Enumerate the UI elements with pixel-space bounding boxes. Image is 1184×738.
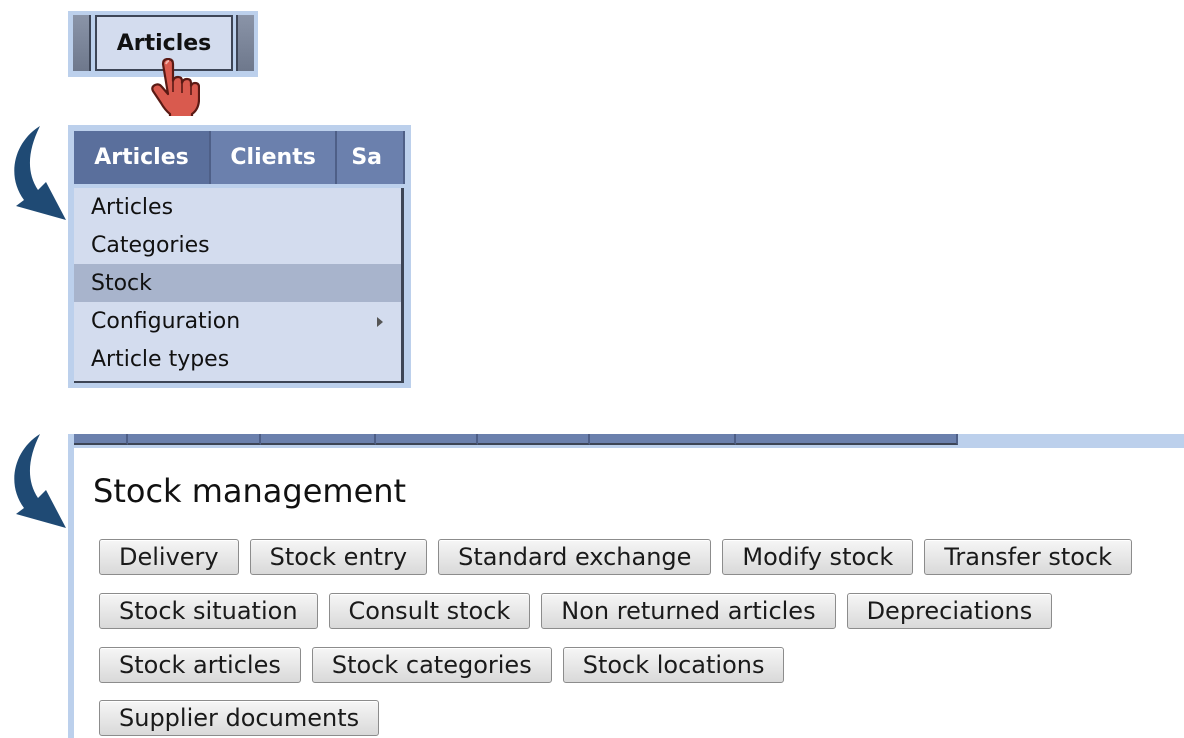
articles-menu-panel: Articles Clients Sa Articles Categories … — [68, 125, 411, 388]
menubar-tab-sales[interactable]: Sa — [337, 131, 405, 184]
menubar-tabs-partial — [74, 434, 958, 445]
menubar-edge-left — [73, 15, 91, 71]
menu-item-configuration[interactable]: Configuration — [74, 302, 401, 340]
menubar-tab-stub — [736, 434, 958, 445]
stock-situation-button[interactable]: Stock situation — [99, 593, 318, 629]
menubar-tab-stub — [478, 434, 590, 445]
articles-dropdown-menu: Articles Categories Stock Configuration … — [74, 188, 404, 383]
stock-buttons-row-2: Stock situation Consult stock Non return… — [99, 593, 1053, 629]
menubar-edge-right — [236, 15, 254, 71]
stock-buttons-row-1: Delivery Stock entry Standard exchange M… — [99, 539, 1133, 575]
menubar-tab-articles[interactable]: Articles — [74, 131, 211, 184]
modify-stock-button[interactable]: Modify stock — [722, 539, 914, 575]
stock-buttons-row-4: Supplier documents — [99, 700, 380, 736]
menu-item-article-types[interactable]: Article types — [74, 340, 401, 378]
menubar-tab-clients[interactable]: Clients — [210, 131, 338, 184]
curved-arrow-icon — [14, 126, 66, 220]
stock-locations-button[interactable]: Stock locations — [562, 647, 785, 683]
menu-item-categories[interactable]: Categories — [74, 226, 401, 264]
menubar-tab-stub — [261, 434, 376, 445]
menubar-tab-stub — [128, 434, 261, 445]
stock-buttons-row-3: Stock articles Stock categories Stock lo… — [99, 647, 785, 683]
stock-categories-button[interactable]: Stock categories — [311, 647, 552, 683]
submenu-arrow-icon — [377, 317, 383, 327]
depreciations-button[interactable]: Depreciations — [846, 593, 1053, 629]
hand-cursor-icon — [151, 58, 200, 116]
non-returned-articles-button[interactable]: Non returned articles — [541, 593, 836, 629]
delivery-button[interactable]: Delivery — [99, 539, 239, 575]
curved-arrow-icon — [14, 434, 66, 528]
main-menubar: Articles Clients Sa — [74, 131, 405, 184]
supplier-documents-button[interactable]: Supplier documents — [99, 700, 380, 736]
menubar-tab-stub — [590, 434, 736, 445]
stock-entry-button[interactable]: Stock entry — [249, 539, 428, 575]
consult-stock-button[interactable]: Consult stock — [328, 593, 531, 629]
menu-item-articles[interactable]: Articles — [74, 188, 401, 226]
page-title: Stock management — [93, 472, 407, 510]
menubar-tab-stub — [74, 434, 128, 445]
menubar-tab-stub — [376, 434, 478, 445]
standard-exchange-button[interactable]: Standard exchange — [438, 539, 712, 575]
menu-item-configuration-label: Configuration — [91, 308, 241, 334]
transfer-stock-button[interactable]: Transfer stock — [924, 539, 1133, 575]
stock-articles-button[interactable]: Stock articles — [99, 647, 301, 683]
stock-panel-left-border — [68, 434, 74, 738]
menu-item-stock[interactable]: Stock — [74, 264, 401, 302]
